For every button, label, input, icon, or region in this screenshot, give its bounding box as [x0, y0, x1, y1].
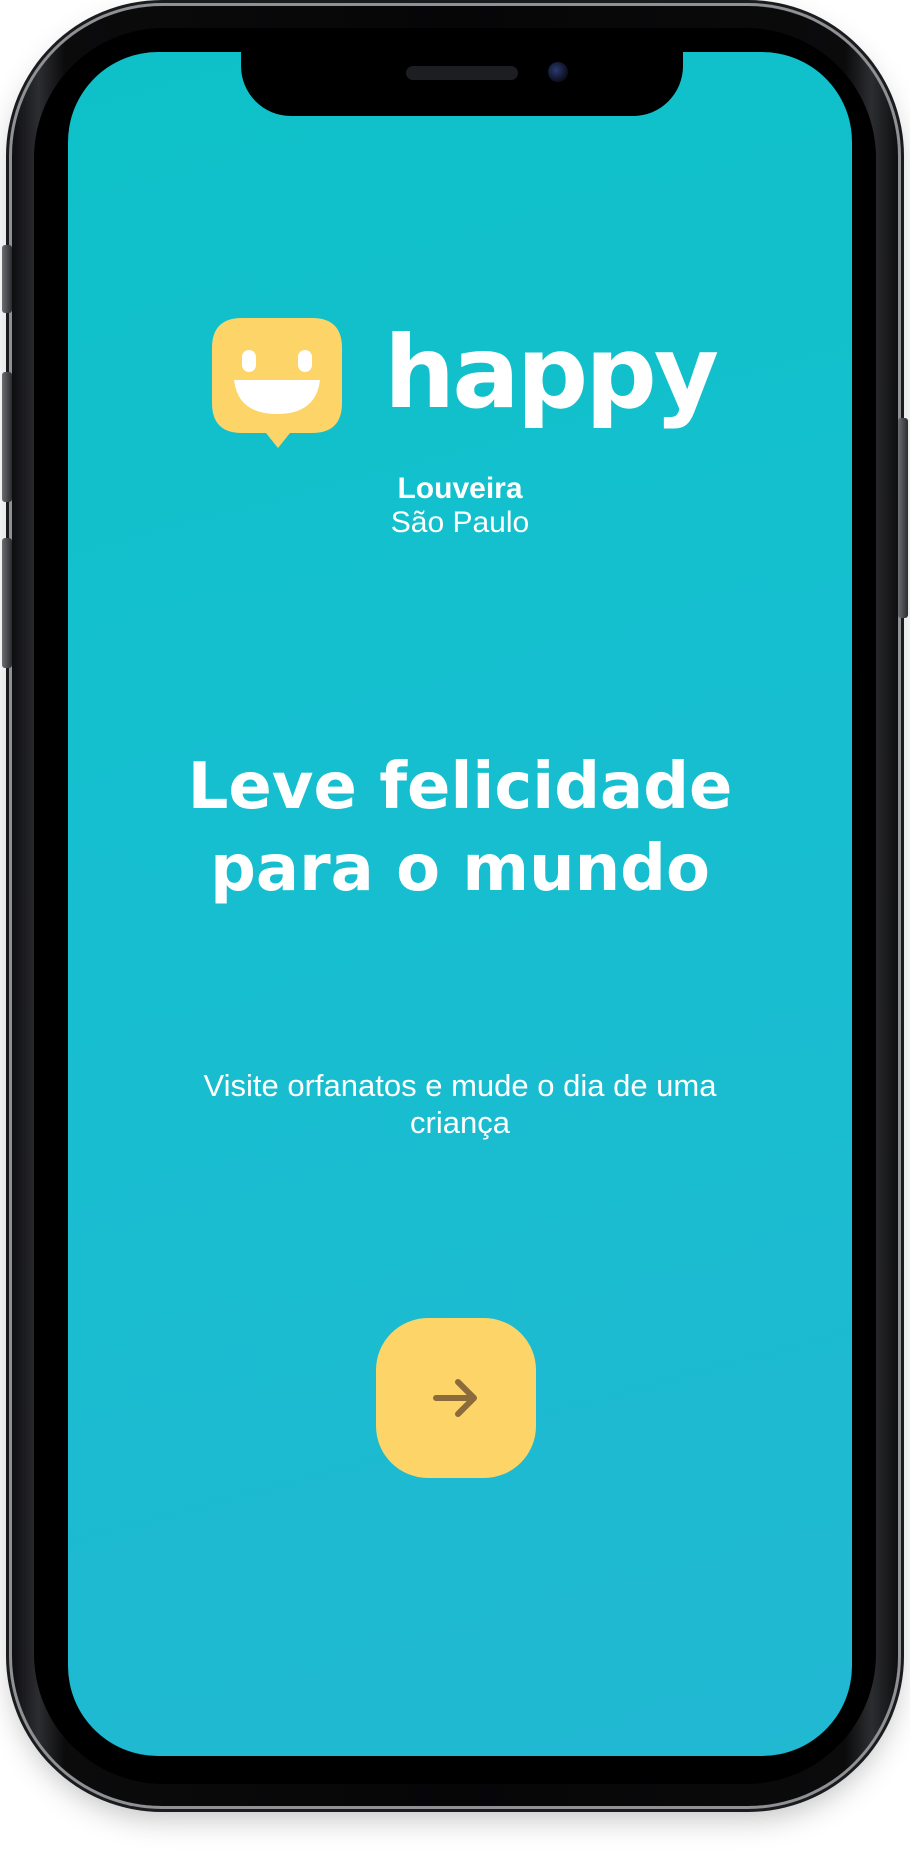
power-button: [898, 418, 908, 618]
earpiece-speaker: [406, 66, 518, 80]
hero-title-line-1: Leve felicidade: [187, 750, 733, 824]
hero-subtitle: Visite orfanatos e mude o dia de uma cri…: [148, 1067, 772, 1141]
location-city: Louveira: [397, 472, 523, 505]
notch: [241, 52, 683, 116]
app-logo: happy: [212, 318, 719, 468]
arrow-right-icon: [433, 1379, 477, 1417]
volume-down-button: [2, 538, 12, 668]
silent-switch: [2, 245, 12, 313]
smiley-speech-bubble-icon: [212, 318, 342, 448]
mockup-stage: happy Louveira São Paulo Leve felicidade…: [0, 0, 910, 1871]
front-camera: [548, 62, 568, 82]
brand-wordmark: happy: [384, 314, 719, 431]
hero-title-line-2: para o mundo: [210, 832, 710, 906]
location-state: São Paulo: [390, 506, 530, 539]
hero-subtitle-line-2: criança: [410, 1105, 510, 1140]
volume-up-button: [2, 372, 12, 502]
enter-app-button[interactable]: [376, 1318, 536, 1478]
hero-title: Leve felicidade para o mundo: [108, 746, 812, 910]
app-screen: happy Louveira São Paulo Leve felicidade…: [68, 52, 852, 1756]
hero-subtitle-line-1: Visite orfanatos e mude o dia de uma: [203, 1068, 717, 1103]
